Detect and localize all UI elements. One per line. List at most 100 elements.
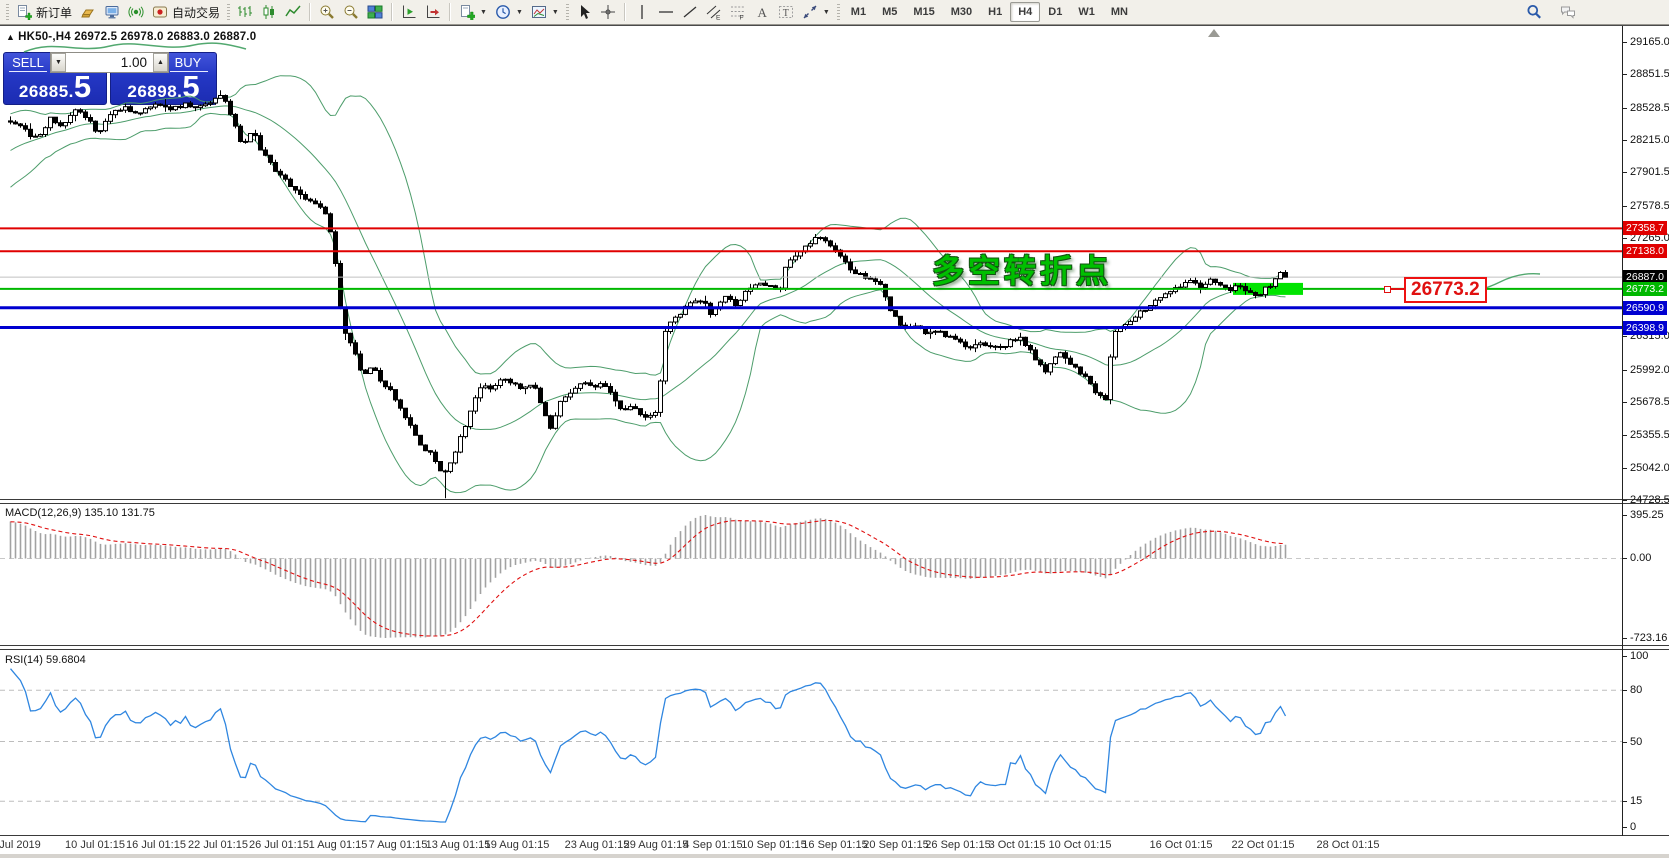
date-tick-label: Jul 2019 (0, 839, 41, 851)
toolbar-separator (391, 3, 394, 21)
axis-tick (1622, 108, 1627, 109)
date-tick-label: 26 Sep 01:15 (925, 839, 991, 851)
tile-windows-button[interactable] (363, 1, 387, 23)
main-price-chart[interactable] (0, 28, 1622, 499)
price-level-label: 27358.7 (1623, 221, 1667, 235)
rsi-indicator-pane[interactable] (0, 651, 1622, 835)
chevron-down-icon[interactable]: ▼ (516, 9, 523, 16)
bar-chart-icon (237, 4, 253, 20)
date-tick-label: 29 Aug 01:15 (623, 839, 689, 851)
zoom-in-icon (319, 4, 335, 20)
horizontal-line-button[interactable] (654, 1, 678, 23)
toolbar-drag-handle (227, 4, 231, 20)
toolbar-drag-handle (836, 4, 840, 20)
toolbar-drag-handle (6, 4, 9, 20)
timeframe-h1-button[interactable]: H1 (980, 2, 1010, 22)
axis-tick (1622, 402, 1627, 403)
channel-button[interactable]: E (702, 1, 726, 23)
vertical-line-button[interactable] (630, 1, 654, 23)
axis-tick (1622, 336, 1627, 337)
auto-scroll-icon (425, 4, 441, 20)
timeframe-w1-button[interactable]: W1 (1070, 2, 1103, 22)
fibonacci-button[interactable]: F (726, 1, 750, 23)
axis-tick (1622, 42, 1627, 43)
terminal-button[interactable] (100, 1, 124, 23)
zoom-in-button[interactable] (315, 1, 339, 23)
date-tick-label: 16 Oct 01:15 (1149, 839, 1213, 851)
date-tick-label: 26 Jul 01:15 (249, 839, 309, 851)
gold-button[interactable] (76, 1, 100, 23)
template-button[interactable]: ▼ (527, 1, 563, 23)
axis-tick (1622, 140, 1627, 141)
bar-chart-button[interactable] (233, 1, 257, 23)
timeframe-m5-button[interactable]: M5 (874, 2, 905, 22)
chat-button[interactable] (1556, 1, 1580, 23)
chart-shift-button[interactable] (397, 1, 421, 23)
date-tick-label: 22 Oct 01:15 (1231, 839, 1295, 851)
timeframe-m15-button[interactable]: M15 (905, 2, 942, 22)
svg-text:A: A (757, 5, 767, 20)
date-tick-label: 28 Oct 01:15 (1316, 839, 1380, 851)
search-icon (1526, 4, 1542, 20)
channel-icon: E (706, 4, 722, 20)
signal-button[interactable] (124, 1, 148, 23)
trendline-button[interactable] (678, 1, 702, 23)
date-tick-label: 13 Aug 01:15 (425, 839, 491, 851)
crosshair-button[interactable] (596, 1, 620, 23)
window-bottom-strip (0, 854, 1669, 858)
macd-label: MACD(12,26,9) 135.10 131.75 (5, 507, 155, 519)
label-button[interactable]: T (774, 1, 798, 23)
axis-tick-label: 28851.5 (1630, 68, 1669, 80)
macd-indicator-pane[interactable] (0, 504, 1622, 645)
new-order-icon (16, 4, 32, 20)
timeframe-m30-button[interactable]: M30 (943, 2, 980, 22)
new-order-button[interactable]: 新订单 (12, 1, 76, 23)
zoom-out-button[interactable] (339, 1, 363, 23)
axis-tick-label: 50 (1630, 736, 1643, 748)
periods-icon (495, 4, 511, 20)
date-tick-label: 10 Sep 01:15 (741, 839, 807, 851)
chevron-down-icon[interactable]: ▼ (480, 9, 487, 16)
axis-tick (1622, 468, 1627, 469)
axis-tick-label: -723.16 (1630, 632, 1668, 644)
axis-tick (1622, 801, 1627, 802)
auto-trading-button[interactable]: 自动交易 (148, 1, 224, 23)
chevron-down-icon[interactable]: ▼ (552, 9, 559, 16)
date-tick-label: 10 Jul 01:15 (65, 839, 125, 851)
arrows-button[interactable]: ▼ (798, 1, 834, 23)
zoom-out-icon (343, 4, 359, 20)
axis-tick-label: 25992.0 (1630, 364, 1669, 376)
periods-button[interactable]: ▼ (491, 1, 527, 23)
axis-tick-label: 28215.0 (1630, 134, 1669, 146)
search-button[interactable] (1522, 1, 1546, 23)
axis-tick-label: 15 (1630, 795, 1643, 807)
timeframe-h4-button[interactable]: H4 (1010, 2, 1041, 22)
indicators-button[interactable]: ▼ (455, 1, 491, 23)
line-chart-button[interactable] (281, 1, 305, 23)
pane-separator-rsi[interactable] (0, 645, 1669, 650)
cursor-button[interactable] (572, 1, 596, 23)
axis-tick (1622, 558, 1627, 559)
text-button[interactable]: A (750, 1, 774, 23)
turning-point-annotation[interactable]: 多空转折点 (932, 246, 1112, 292)
signal-icon (128, 4, 144, 20)
chevron-down-icon[interactable]: ▼ (823, 9, 830, 16)
chat-icon (1560, 4, 1576, 20)
timeframe-d1-button[interactable]: D1 (1040, 2, 1070, 22)
tile-windows-icon (367, 4, 383, 20)
timeframe-m1-button[interactable]: M1 (843, 2, 874, 22)
auto-scroll-button[interactable] (421, 1, 445, 23)
axis-tick (1622, 827, 1627, 828)
axis-tick-label: 0 (1630, 821, 1637, 833)
date-tick-label: 16 Sep 01:15 (802, 839, 868, 851)
svg-text:E: E (716, 15, 721, 21)
timeframe-mn-button[interactable]: MN (1103, 2, 1136, 22)
candlestick-button[interactable] (257, 1, 281, 23)
candlestick-icon (261, 4, 277, 20)
indicators-icon (459, 4, 476, 20)
crosshair-icon (600, 4, 616, 20)
trendline-icon (682, 4, 698, 20)
chart-shift-icon (401, 4, 417, 20)
price-callout-label[interactable]: 26773.2 (1404, 277, 1487, 303)
axis-tick (1622, 172, 1627, 173)
